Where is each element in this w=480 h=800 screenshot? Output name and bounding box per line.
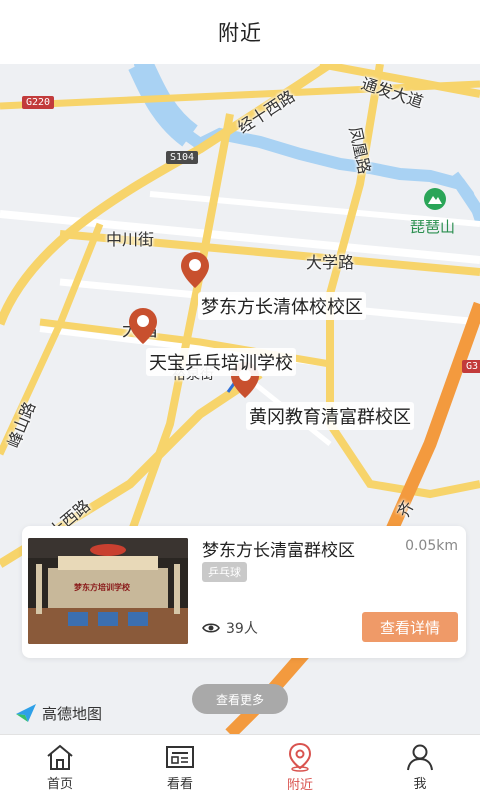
tab-me[interactable]: 我: [360, 735, 480, 800]
route-shield: S104: [166, 151, 199, 164]
tab-label: 附近: [286, 778, 313, 793]
poi-label[interactable]: 天宝乒乓培训学校: [146, 348, 296, 376]
route-shield: G220: [22, 96, 55, 109]
poi-label[interactable]: 梦东方长清体校校区: [198, 292, 366, 320]
road-label: 中川街: [106, 230, 155, 249]
route-shield: G3: [462, 360, 480, 373]
page-title: 附近: [218, 21, 262, 45]
amap-logo-icon: [16, 704, 36, 722]
tab-label: 首页: [46, 777, 73, 792]
school-thumbnail: 梦东方培训学校: [28, 538, 188, 644]
category-tag: 乒乓球: [202, 562, 247, 582]
home-icon: [47, 744, 73, 770]
app-root: 附近 G220 S104 G3 经十西路 通发大道 凤凰路 中川街 大学路 峰山…: [0, 0, 480, 800]
school-card[interactable]: 梦东方培训学校 梦东方长清富群校区 0.05km 乒乓球 39人 查看详情: [22, 526, 466, 658]
view-more-button[interactable]: 查看更多: [192, 684, 288, 714]
tab-label: 我: [413, 777, 427, 792]
news-icon: [166, 746, 194, 768]
tab-home[interactable]: 首页: [0, 735, 120, 800]
tab-label: 看看: [166, 777, 193, 792]
tab-nearby[interactable]: 附近: [240, 735, 360, 800]
view-count-text: 39人: [226, 621, 258, 637]
location-pin-icon: [288, 742, 312, 772]
thumbnail-sign: 梦东方培训学校: [74, 583, 130, 592]
distance: 0.05km: [405, 538, 458, 554]
park-label: 琵琶山: [410, 218, 456, 236]
page-header: 附近: [0, 0, 480, 64]
school-name: 梦东方长清富群校区: [202, 541, 355, 561]
attribution-text: 高德地图: [42, 704, 103, 723]
road-label: 大学路: [306, 253, 355, 272]
map-pin-icon[interactable]: [181, 252, 209, 288]
tab-browse[interactable]: 看看: [120, 735, 240, 800]
view-count: 39人: [202, 618, 258, 638]
user-icon: [407, 744, 433, 771]
poi-label[interactable]: 黄冈教育清富群校区: [246, 402, 414, 430]
map-attribution: 高德地图: [14, 702, 102, 724]
mountain-icon: [424, 188, 446, 210]
view-details-button[interactable]: 查看详情: [362, 612, 458, 642]
bottom-tab-bar: 首页 看看 附近 我: [0, 734, 480, 800]
map-pin-icon[interactable]: [129, 308, 157, 344]
eye-icon: [202, 623, 220, 633]
